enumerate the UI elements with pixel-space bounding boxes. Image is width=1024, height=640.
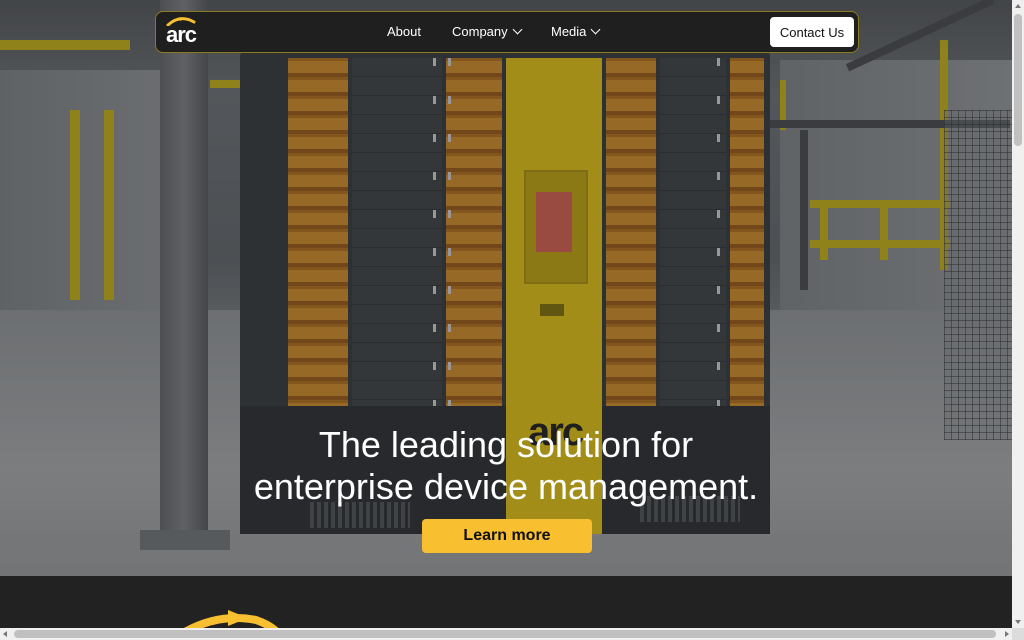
hero-headline-line-1: The leading solution for — [318, 424, 694, 465]
hero-section: arc arc About Company Media Contact Us T… — [0, 0, 1012, 576]
nav-link-company[interactable]: Company — [452, 24, 523, 39]
nav-link-media[interactable]: Media — [551, 24, 601, 39]
logo-wordmark: arc — [166, 22, 197, 47]
scrollbar-corner — [1012, 628, 1024, 640]
horizontal-scrollbar[interactable] — [0, 628, 1012, 640]
learn-more-button[interactable]: Learn more — [422, 519, 592, 553]
nav-link-label: About — [387, 24, 421, 39]
vertical-scrollbar[interactable] — [1012, 0, 1024, 628]
top-navbar: arc About Company Media Contact Us — [155, 11, 859, 53]
scroll-left-arrow-icon[interactable] — [3, 631, 7, 637]
chevron-down-icon — [590, 24, 601, 35]
contact-us-button[interactable]: Contact Us — [770, 17, 854, 47]
home-logo-link[interactable]: arc — [166, 16, 206, 48]
nav-link-label: Company — [452, 24, 508, 39]
chevron-down-icon — [512, 24, 523, 35]
vertical-scroll-thumb[interactable] — [1014, 14, 1022, 146]
horizontal-scroll-thumb[interactable] — [14, 630, 996, 638]
scroll-up-arrow-icon[interactable] — [1015, 4, 1021, 8]
scroll-right-arrow-icon[interactable] — [1005, 631, 1009, 637]
nav-link-label: Media — [551, 24, 587, 39]
arc-swoosh-icon — [183, 610, 279, 628]
scroll-down-arrow-icon[interactable] — [1015, 620, 1021, 624]
hero-headline: The leading solution for enterprise devi… — [0, 424, 1012, 508]
hero-headline-line-2: enterprise device management. — [253, 466, 759, 507]
next-section — [0, 576, 1012, 628]
nav-link-about[interactable]: About — [387, 24, 421, 39]
